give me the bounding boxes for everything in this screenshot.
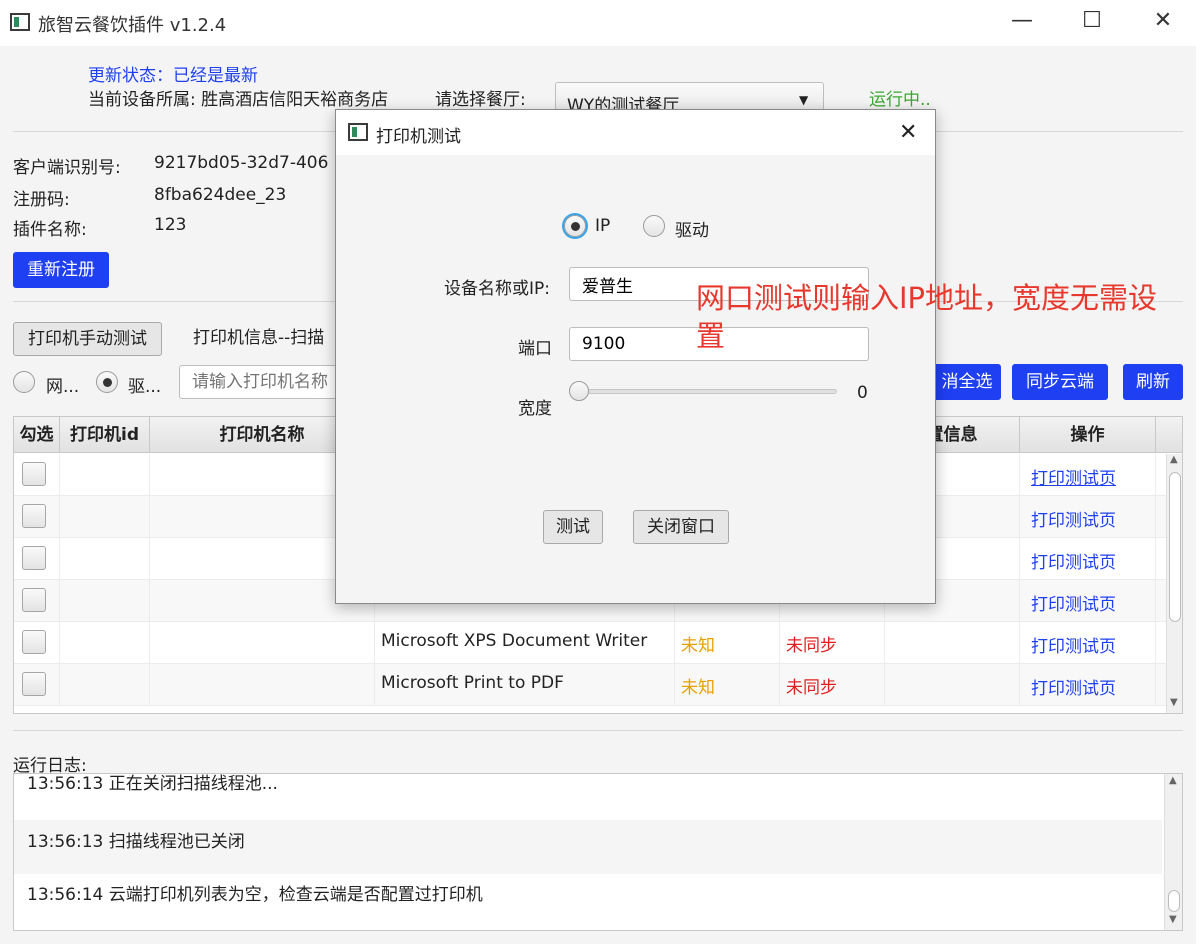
- window-title: 旅智云餐饮插件 v1.2.4: [38, 15, 227, 36]
- header-select: 勾选: [14, 417, 60, 453]
- plugin-name-value: 123: [154, 215, 187, 235]
- width-label: 宽度: [518, 399, 552, 419]
- printer-info-label: 打印机信息--扫描: [193, 328, 325, 348]
- row-checkbox[interactable]: [22, 504, 46, 528]
- print-test-page-link[interactable]: 打印测试页: [1031, 464, 1116, 489]
- mode-driver-radio[interactable]: [643, 215, 665, 237]
- log-line-text: 13:56:13 扫描线程池已关闭: [27, 832, 245, 852]
- width-value: 0: [857, 383, 868, 403]
- reregister-button[interactable]: 重新注册: [13, 252, 109, 288]
- log-line-text: 13:56:14 云端打印机列表为空，检查云端是否配置过打印机: [27, 885, 483, 905]
- log-line: 13:56:13 正在关闭扫描线程池...: [14, 774, 1162, 820]
- divider: [13, 730, 1183, 731]
- client-id-label: 客户端识别号:: [13, 158, 121, 178]
- title-bar: 旅智云餐饮插件 v1.2.4 — ☐ ✕: [0, 0, 1201, 46]
- sync-status: 未同步: [786, 636, 837, 656]
- width-slider-thumb[interactable]: [569, 381, 589, 401]
- mode-driver-label: 驱...: [128, 377, 162, 397]
- table-scrollbar[interactable]: ▲ ▼: [1166, 454, 1182, 713]
- log-line: 13:56:13 扫描线程池已关闭: [14, 820, 1162, 874]
- scroll-thumb[interactable]: [1168, 890, 1180, 912]
- log-scrollbar[interactable]: ▲ ▼: [1164, 774, 1182, 930]
- row-checkbox[interactable]: [22, 672, 46, 696]
- header-printer-id: 打印机id: [60, 417, 150, 453]
- row-checkbox[interactable]: [22, 630, 46, 654]
- device-label: 设备名称或IP:: [444, 279, 550, 299]
- device-owner: 当前设备所属: 胜高酒店信阳天裕商务店: [88, 90, 389, 110]
- mode-ip-radio[interactable]: [564, 215, 586, 237]
- mode-network-radio[interactable]: [13, 371, 35, 393]
- test-button[interactable]: 测试: [543, 510, 603, 544]
- mode-driver-label: 驱动: [675, 221, 709, 241]
- dialog-title-bar: 打印机测试 ✕: [336, 110, 935, 155]
- close-window-button[interactable]: 关闭窗口: [633, 510, 729, 544]
- mode-network-label: 网...: [46, 377, 80, 397]
- print-test-page-link[interactable]: 打印测试页: [1031, 674, 1116, 699]
- mode-ip-label: IP: [595, 216, 611, 236]
- log-line-text: 13:56:13 正在关闭扫描线程池...: [27, 774, 278, 794]
- printer-status: 未知: [681, 678, 715, 698]
- log-line: 13:56:14 云端打印机列表为空，检查云端是否配置过打印机: [14, 874, 1162, 930]
- manual-test-button[interactable]: 打印机手动测试: [13, 322, 162, 356]
- dialog-close-icon[interactable]: ✕: [899, 120, 917, 145]
- scroll-up-icon[interactable]: ▲: [1169, 775, 1177, 786]
- reg-code-label: 注册码:: [13, 190, 70, 210]
- row-checkbox[interactable]: [22, 462, 46, 486]
- printer-test-dialog: 打印机测试 ✕ IP 驱动 设备名称或IP: 端口 宽度 0 测试 关闭窗口: [335, 109, 936, 604]
- mode-driver-radio[interactable]: [96, 371, 118, 393]
- print-test-page-link[interactable]: 打印测试页: [1031, 632, 1116, 657]
- table-row: Microsoft XPS Document Writer 未知 未同步 打印测…: [14, 622, 1166, 664]
- restaurant-label: 请选择餐厅:: [435, 90, 526, 110]
- print-test-page-link[interactable]: 打印测试页: [1031, 590, 1116, 615]
- refresh-button[interactable]: 刷新: [1123, 364, 1183, 400]
- port-label: 端口: [518, 339, 552, 359]
- print-test-page-link[interactable]: 打印测试页: [1031, 506, 1116, 531]
- dialog-title: 打印机测试: [376, 127, 461, 147]
- printer-status: 未知: [681, 636, 715, 656]
- annotation-text: 网口测试则输入IP地址，宽度无需设置: [696, 281, 1158, 353]
- plugin-name-label: 插件名称:: [13, 220, 87, 240]
- sync-cloud-button[interactable]: 同步云端: [1012, 364, 1108, 400]
- minimize-button[interactable]: —: [999, 8, 1045, 33]
- sync-status: 未同步: [786, 678, 837, 698]
- running-status: 运行中..: [869, 90, 931, 110]
- row-checkbox[interactable]: [22, 588, 46, 612]
- log-panel: 13:56:13 正在关闭扫描线程池... 13:56:13 扫描线程池已关闭 …: [13, 773, 1183, 931]
- maximize-button[interactable]: ☐: [1069, 8, 1115, 33]
- scroll-down-icon[interactable]: ▼: [1169, 914, 1177, 925]
- width-slider-track[interactable]: [569, 389, 837, 394]
- client-id-value: 9217bd05-32d7-406: [154, 153, 329, 173]
- header-actions: 操作: [1020, 417, 1156, 453]
- app-icon: [10, 13, 30, 31]
- printer-name: Microsoft XPS Document Writer: [381, 631, 648, 651]
- update-status: 更新状态：已经是最新: [88, 66, 258, 86]
- app-icon: [348, 123, 368, 141]
- reg-code-value: 8fba624dee_23: [154, 185, 287, 205]
- chevron-down-icon: ▼: [799, 93, 809, 107]
- scroll-up-icon[interactable]: ▲: [1170, 454, 1178, 465]
- background-window-edge: [1196, 46, 1201, 944]
- close-button[interactable]: ✕: [1140, 8, 1186, 33]
- print-test-page-link[interactable]: 打印测试页: [1031, 548, 1116, 573]
- scroll-down-icon[interactable]: ▼: [1170, 697, 1178, 708]
- scroll-thumb[interactable]: [1169, 472, 1181, 622]
- deselect-all-button[interactable]: 消全选: [925, 364, 1001, 400]
- printer-name: Microsoft Print to PDF: [381, 673, 564, 693]
- row-checkbox[interactable]: [22, 546, 46, 570]
- table-row: Microsoft Print to PDF 未知 未同步 打印测试页: [14, 664, 1166, 706]
